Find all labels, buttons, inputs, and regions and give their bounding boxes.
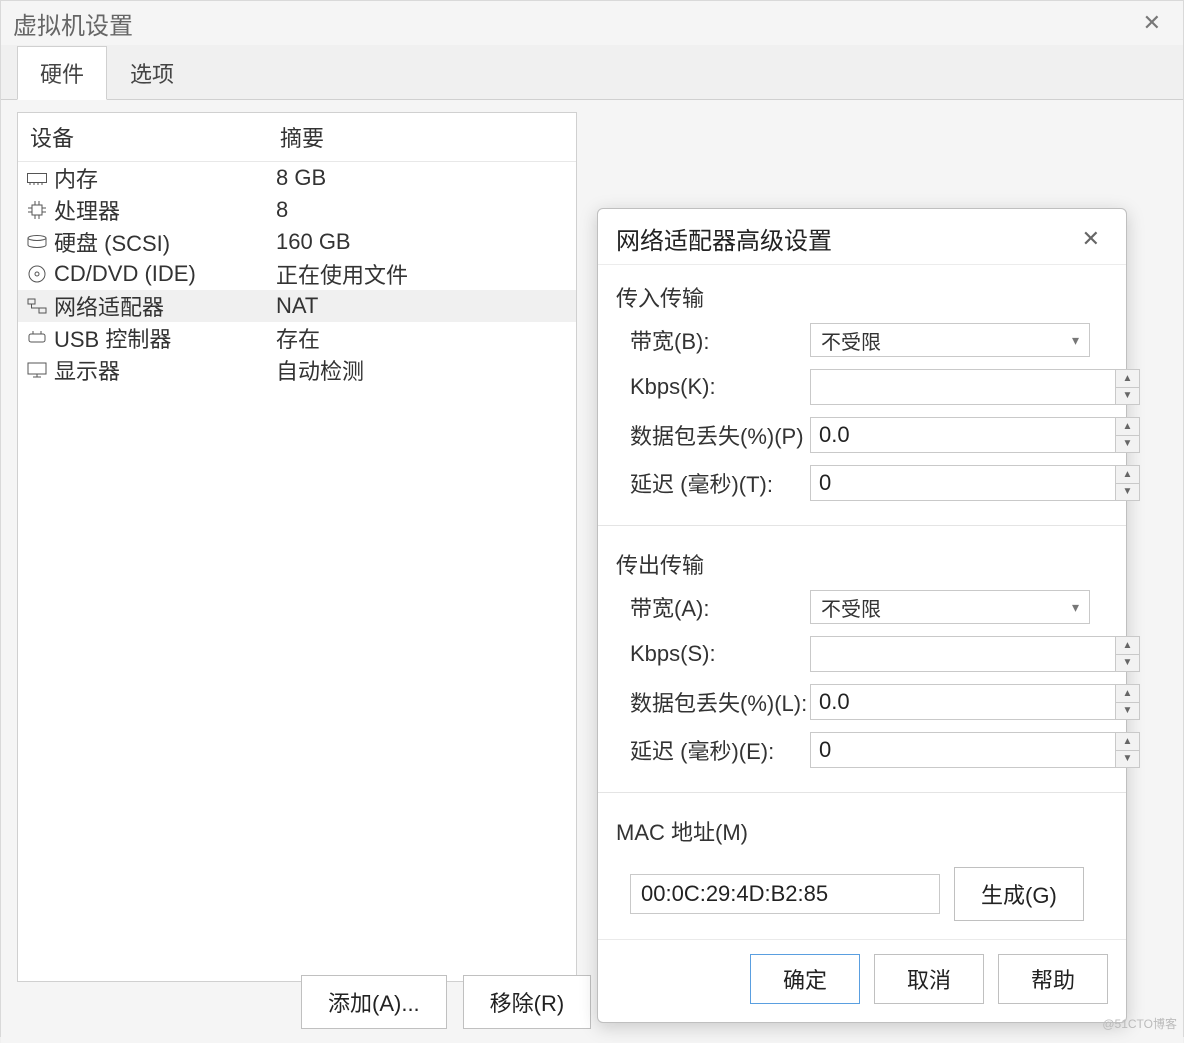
network-icon: [26, 297, 48, 315]
add-device-button[interactable]: 添加(A)...: [301, 975, 447, 1029]
dialog-title: 网络适配器高级设置: [616, 221, 832, 256]
incoming-pktloss-label: 数据包丢失(%)(P): [630, 419, 810, 451]
device-row-memory[interactable]: 内存 8 GB: [18, 162, 576, 194]
spin-up-icon[interactable]: ▲: [1116, 418, 1139, 436]
device-row-disk[interactable]: 硬盘 (SCSI) 160 GB: [18, 226, 576, 258]
outgoing-latency-input[interactable]: [811, 733, 1115, 767]
spin-up-icon[interactable]: ▲: [1116, 370, 1139, 388]
display-icon: [26, 361, 48, 379]
spin-up-icon[interactable]: ▲: [1116, 685, 1139, 703]
outgoing-kbps-spinner[interactable]: ▲▼: [810, 636, 1140, 672]
watermark: @51CTO博客: [1102, 1015, 1177, 1032]
network-adapter-advanced-dialog: 网络适配器高级设置 ✕ 传入传输 带宽(B): 不受限 ▾ Kbps(K):: [597, 208, 1127, 1023]
device-row-usb[interactable]: USB 控制器 存在: [18, 322, 576, 354]
outgoing-bandwidth-label: 带宽(A):: [630, 591, 810, 623]
content-area: 设备 摘要 内存 8 GB 处理器 8 硬盘 (SCSI) 160 GB CD/…: [1, 100, 1183, 1043]
disk-icon: [26, 233, 48, 251]
window-close-button[interactable]: ✕: [1133, 6, 1171, 40]
mac-address-input[interactable]: [630, 874, 940, 914]
cpu-icon: [26, 201, 48, 219]
incoming-group: 传入传输 带宽(B): 不受限 ▾ Kbps(K):: [598, 265, 1126, 519]
device-summary: 160 GB: [268, 229, 576, 255]
incoming-latency-spinner[interactable]: ▲▼: [810, 465, 1140, 501]
spin-up-icon[interactable]: ▲: [1116, 637, 1139, 655]
spin-down-icon[interactable]: ▼: [1116, 436, 1139, 453]
device-summary: NAT: [268, 293, 576, 319]
dialog-title-bar: 网络适配器高级设置 ✕: [598, 209, 1126, 265]
chevron-down-icon: ▾: [1072, 599, 1079, 616]
vm-settings-window: 虚拟机设置 ✕ 硬件 选项 设备 摘要 内存 8 GB 处理器 8 硬盘 (SC…: [0, 0, 1184, 1037]
device-label: 显示器: [54, 354, 120, 386]
device-row-network-adapter[interactable]: 网络适配器 NAT: [18, 290, 576, 322]
device-label: 硬盘 (SCSI): [54, 226, 170, 258]
bottom-buttons: 添加(A)... 移除(R): [301, 975, 591, 1029]
device-row-cpu[interactable]: 处理器 8: [18, 194, 576, 226]
device-label: CD/DVD (IDE): [54, 261, 196, 287]
select-value: 不受限: [821, 593, 881, 622]
device-list-panel: 设备 摘要 内存 8 GB 处理器 8 硬盘 (SCSI) 160 GB CD/…: [17, 112, 577, 982]
device-list-header: 设备 摘要: [18, 113, 576, 162]
main-tabs: 硬件 选项: [1, 45, 1183, 100]
incoming-pktloss-input[interactable]: [811, 418, 1115, 452]
device-row-cddvd[interactable]: CD/DVD (IDE) 正在使用文件: [18, 258, 576, 290]
incoming-bandwidth-select[interactable]: 不受限 ▾: [810, 323, 1090, 357]
spin-down-icon[interactable]: ▼: [1116, 484, 1139, 501]
dialog-close-button[interactable]: ✕: [1074, 224, 1108, 254]
title-bar: 虚拟机设置 ✕: [1, 1, 1183, 45]
outgoing-kbps-label: Kbps(S):: [630, 641, 810, 667]
help-button[interactable]: 帮助: [998, 954, 1108, 1004]
outgoing-pktloss-input[interactable]: [811, 685, 1115, 719]
device-label: 内存: [54, 162, 98, 194]
memory-icon: [26, 169, 48, 187]
incoming-kbps-input[interactable]: [811, 370, 1115, 404]
tab-options[interactable]: 选项: [107, 46, 197, 100]
generate-mac-button[interactable]: 生成(G): [954, 867, 1084, 921]
tab-hardware[interactable]: 硬件: [17, 46, 107, 100]
device-summary: 8 GB: [268, 165, 576, 191]
incoming-latency-input[interactable]: [811, 466, 1115, 500]
select-value: 不受限: [821, 326, 881, 355]
incoming-latency-label: 延迟 (毫秒)(T):: [630, 467, 810, 499]
spin-down-icon[interactable]: ▼: [1116, 703, 1139, 720]
spin-down-icon[interactable]: ▼: [1116, 388, 1139, 405]
outgoing-title: 传出传输: [616, 548, 1108, 580]
chevron-down-icon: ▾: [1072, 332, 1079, 349]
device-label: 处理器: [54, 194, 120, 226]
outgoing-kbps-input[interactable]: [811, 637, 1115, 671]
device-summary: 自动检测: [268, 354, 576, 386]
mac-label: MAC 地址(M): [616, 815, 1108, 847]
incoming-kbps-spinner[interactable]: ▲▼: [810, 369, 1140, 405]
device-summary: 8: [268, 197, 576, 223]
outgoing-group: 传出传输 带宽(A): 不受限 ▾ Kbps(S):: [598, 532, 1126, 786]
spin-up-icon[interactable]: ▲: [1116, 466, 1139, 484]
incoming-bandwidth-label: 带宽(B):: [630, 324, 810, 356]
incoming-kbps-label: Kbps(K):: [630, 374, 810, 400]
device-row-display[interactable]: 显示器 自动检测: [18, 354, 576, 386]
spin-down-icon[interactable]: ▼: [1116, 655, 1139, 672]
outgoing-latency-label: 延迟 (毫秒)(E):: [630, 734, 810, 766]
outgoing-bandwidth-select[interactable]: 不受限 ▾: [810, 590, 1090, 624]
cancel-button[interactable]: 取消: [874, 954, 984, 1004]
outgoing-pktloss-label: 数据包丢失(%)(L):: [630, 686, 810, 718]
window-title: 虚拟机设置: [13, 6, 133, 41]
device-summary: 存在: [268, 322, 576, 354]
remove-device-button[interactable]: 移除(R): [463, 975, 592, 1029]
dialog-buttons: 确定 取消 帮助: [598, 939, 1126, 1022]
header-summary: 摘要: [268, 113, 576, 161]
device-summary: 正在使用文件: [268, 258, 576, 290]
ok-button[interactable]: 确定: [750, 954, 860, 1004]
cddvd-icon: [26, 265, 48, 283]
incoming-pktloss-spinner[interactable]: ▲▼: [810, 417, 1140, 453]
incoming-title: 传入传输: [616, 281, 1108, 313]
spin-up-icon[interactable]: ▲: [1116, 733, 1139, 751]
device-label: 网络适配器: [54, 290, 164, 322]
header-device: 设备: [18, 113, 268, 161]
mac-group: MAC 地址(M): [598, 799, 1126, 863]
spin-down-icon[interactable]: ▼: [1116, 751, 1139, 768]
device-label: USB 控制器: [54, 322, 171, 354]
usb-icon: [26, 329, 48, 347]
outgoing-latency-spinner[interactable]: ▲▼: [810, 732, 1140, 768]
outgoing-pktloss-spinner[interactable]: ▲▼: [810, 684, 1140, 720]
